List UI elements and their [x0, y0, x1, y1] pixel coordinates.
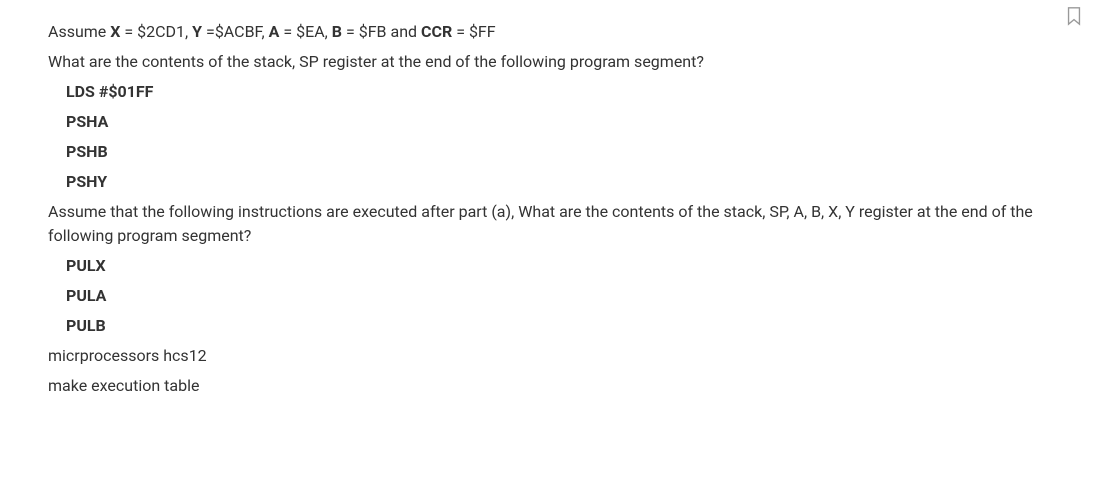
text: = $EA, — [279, 22, 331, 41]
var-y: Y — [192, 22, 202, 41]
paragraph-topic: micrprocessors hcs12 — [48, 344, 1093, 368]
code-line: LDS #$01FF — [48, 80, 1093, 104]
paragraph-question-b: Assume that the following instructions a… — [48, 200, 1058, 248]
text: = $FB and — [342, 22, 421, 41]
paragraph-assumptions: Assume X = $2CD1, Y =$ACBF, A = $EA, B =… — [48, 20, 1093, 44]
var-ccr: CCR — [421, 22, 452, 41]
var-b: B — [332, 22, 342, 41]
text: = $2CD1, — [120, 22, 192, 41]
paragraph-instruction: make execution table — [48, 374, 1093, 398]
code-line: PSHY — [48, 170, 1093, 194]
text: =$ACBF, — [202, 22, 269, 41]
code-line: PULX — [48, 254, 1093, 278]
var-x: X — [110, 22, 120, 41]
code-line: PSHB — [48, 140, 1093, 164]
bookmark-icon[interactable] — [1065, 6, 1085, 26]
code-line: PSHA — [48, 110, 1093, 134]
code-line: PULA — [48, 284, 1093, 308]
question-body: Assume X = $2CD1, Y =$ACBF, A = $EA, B =… — [48, 20, 1093, 398]
code-line: PULB — [48, 314, 1093, 338]
text: = $FF — [452, 22, 495, 41]
paragraph-question-a: What are the contents of the stack, SP r… — [48, 50, 1093, 74]
var-a: A — [269, 22, 280, 41]
text: Assume — [48, 22, 110, 41]
